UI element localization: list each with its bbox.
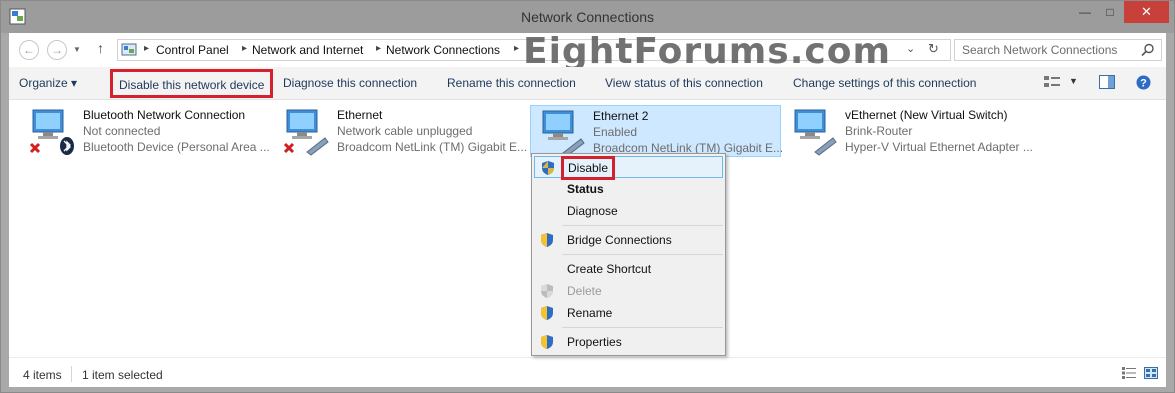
view-status-button[interactable]: View status of this connection: [605, 76, 763, 90]
connection-bluetooth[interactable]: Bluetooth Network Connection Not connect…: [21, 105, 270, 157]
connection-name: Bluetooth Network Connection: [83, 108, 246, 122]
maximize-button[interactable]: □: [1096, 1, 1124, 23]
refresh-icon[interactable]: ↻: [928, 41, 939, 57]
menu-item-rename[interactable]: Rename: [534, 302, 723, 324]
context-menu: Disable Status Diagnose Bridge Connectio…: [531, 153, 726, 356]
menu-separator: [562, 327, 723, 328]
menu-item-status[interactable]: Status: [534, 178, 723, 200]
menu-label: Rename: [567, 306, 613, 320]
menu-label: Bridge Connections: [567, 233, 672, 247]
menu-label: Status: [567, 182, 604, 196]
search-input[interactable]: Search Network Connections: [954, 39, 1162, 61]
forward-button[interactable]: →: [47, 40, 67, 60]
uac-shield-icon: [541, 233, 553, 247]
menu-separator: [562, 254, 723, 255]
menu-item-create-shortcut[interactable]: Create Shortcut: [534, 258, 723, 280]
menu-item-disable[interactable]: Disable: [534, 156, 723, 180]
up-button[interactable]: ↑: [97, 40, 104, 56]
status-bar: 4 items 1 item selected: [9, 357, 1166, 387]
connection-name: vEthernet (New Virtual Switch): [845, 108, 1008, 122]
connection-device: Hyper-V Virtual Ethernet Adapter ...: [845, 140, 1033, 154]
connection-status: Not connected: [83, 124, 161, 138]
connection-device: Bluetooth Device (Personal Area ...: [83, 140, 270, 154]
connection-status: Enabled: [593, 125, 638, 139]
view-options-icon[interactable]: [1044, 75, 1060, 89]
breadcrumb-network-connections[interactable]: Network Connections: [386, 43, 500, 57]
uac-shield-icon: [541, 335, 553, 349]
uac-shield-icon: [541, 306, 553, 320]
item-count: 4 items: [23, 368, 62, 382]
search-icon[interactable]: [1141, 43, 1155, 57]
menu-label: Create Shortcut: [567, 262, 652, 276]
view-dropdown-icon[interactable]: ▼: [1069, 76, 1078, 86]
connection-name: Ethernet: [337, 108, 383, 122]
menu-item-bridge-connections[interactable]: Bridge Connections: [534, 229, 723, 251]
details-view-icon[interactable]: [1122, 367, 1136, 379]
search-placeholder: Search Network Connections: [962, 43, 1118, 57]
svg-text:?: ?: [1140, 78, 1147, 90]
recent-locations-icon[interactable]: ▼: [73, 45, 81, 54]
menu-item-diagnose[interactable]: Diagnose: [534, 200, 723, 222]
uac-shield-icon: [542, 161, 554, 175]
connection-name: Ethernet 2: [593, 109, 649, 123]
control-panel-icon: [121, 43, 137, 56]
rename-connection-button[interactable]: Rename this connection: [447, 76, 576, 90]
connection-ethernet-2[interactable]: Ethernet 2 Enabled Broadcom NetLink (TM)…: [530, 105, 783, 157]
close-button[interactable]: ✕: [1124, 1, 1169, 23]
title-bar[interactable]: Network Connections — □ ✕: [1, 1, 1174, 33]
menu-label: Properties: [567, 335, 622, 349]
menu-item-delete: Delete: [534, 280, 723, 302]
connection-vethernet[interactable]: vEthernet (New Virtual Switch) Brink-Rou…: [783, 105, 1043, 157]
diagnose-connection-button[interactable]: Diagnose this connection: [283, 76, 417, 90]
menu-label: Diagnose: [567, 204, 618, 218]
window-title: Network Connections: [520, 9, 655, 25]
connection-status: Brink-Router: [845, 124, 913, 138]
ethernet-network-icon: [283, 109, 329, 156]
connection-status: Network cable unplugged: [337, 124, 473, 138]
highlight-box: [561, 156, 615, 180]
chevron-right-icon[interactable]: ▸: [376, 43, 381, 54]
network-connections-window: Network Connections — □ ✕ ← → ▼ ↑ ▸ Cont…: [0, 0, 1175, 393]
breadcrumb-network-and-internet[interactable]: Network and Internet: [252, 43, 363, 57]
watermark-text: EightForums.com: [523, 31, 891, 72]
connection-device: Broadcom NetLink (TM) Gigabit E...: [337, 140, 528, 154]
menu-label: Delete: [567, 284, 602, 298]
selection-count: 1 item selected: [82, 368, 163, 382]
ethernet-network-icon: [542, 110, 585, 157]
connection-ethernet[interactable]: Ethernet Network cable unplugged Broadco…: [275, 105, 527, 157]
breadcrumb-control-panel[interactable]: Control Panel: [156, 43, 229, 57]
chevron-down-icon[interactable]: ⌄: [906, 42, 915, 55]
command-bar: Organize ▾ Disable this network device D…: [9, 67, 1166, 100]
minimize-button[interactable]: —: [1071, 1, 1099, 23]
large-icons-view-icon[interactable]: [1144, 367, 1158, 379]
back-button[interactable]: ←: [19, 40, 39, 60]
chevron-right-icon[interactable]: ▸: [514, 43, 519, 54]
change-settings-button[interactable]: Change settings of this connection: [793, 76, 976, 90]
bluetooth-network-icon: [29, 109, 74, 155]
uac-shield-icon: [541, 284, 553, 298]
menu-separator: [562, 225, 723, 226]
status-divider: [71, 366, 72, 382]
virtual-ethernet-icon: [794, 109, 837, 156]
preview-pane-icon[interactable]: [1099, 75, 1115, 89]
menu-item-properties[interactable]: Properties: [534, 331, 723, 353]
chevron-right-icon[interactable]: ▸: [242, 43, 247, 54]
chevron-right-icon[interactable]: ▸: [144, 43, 149, 54]
disable-network-device-button[interactable]: Disable this network device: [110, 69, 274, 98]
help-icon[interactable]: ?: [1136, 75, 1151, 90]
organize-menu[interactable]: Organize ▾: [19, 76, 77, 90]
